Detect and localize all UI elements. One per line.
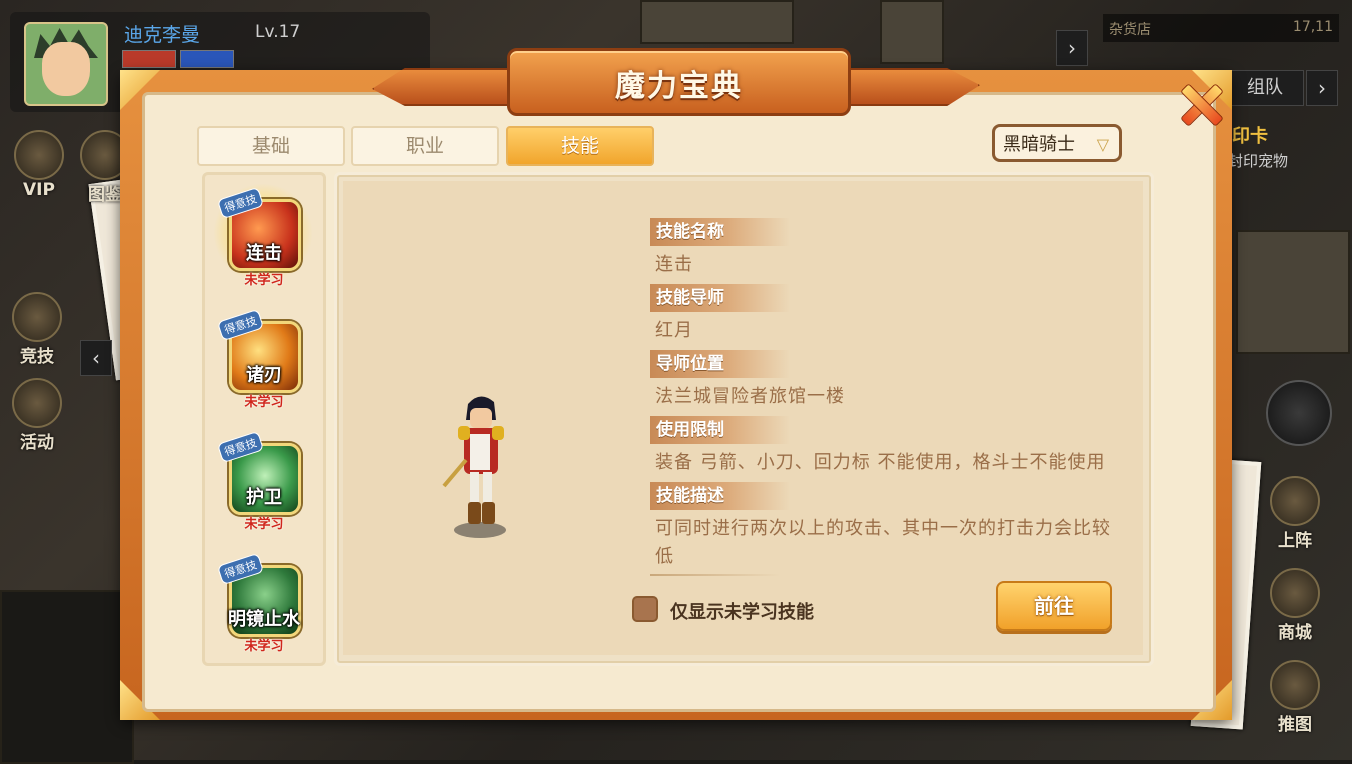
scene-building — [1236, 230, 1350, 354]
title-center: 魔力宝典 — [507, 48, 851, 116]
field-value-description-cont: 低 — [655, 546, 674, 567]
field-label-description: 技能描述 — [650, 482, 790, 510]
field-value-restriction: 装备 弓箭、小刀、回力标 不能使用，格斗士不能使用 — [655, 452, 1106, 473]
field-label-restriction: 使用限制 — [650, 416, 790, 444]
player-level: Lv.17 — [255, 22, 301, 42]
events-icon — [12, 378, 62, 428]
push-map-button[interactable]: 推图 — [1266, 660, 1324, 735]
arena-button[interactable]: 竞技 — [8, 292, 66, 367]
job-select-value: 黑暗骑士 — [1003, 134, 1075, 155]
skill-state: 未学习 — [244, 517, 284, 532]
go-button[interactable]: 前往 — [996, 581, 1112, 631]
events-label: 活动 — [20, 433, 54, 453]
scroll-icon — [1270, 660, 1320, 710]
lineup-button[interactable]: 上阵 — [1266, 476, 1324, 551]
vip-label: VIP — [23, 180, 55, 200]
location-name: 杂货店 — [1109, 22, 1151, 38]
arena-icon — [12, 292, 62, 342]
field-value-mentor-location: 法兰城冒险者旅馆一楼 — [655, 386, 845, 407]
seal-pet-label: 封印宠物 — [1228, 152, 1289, 170]
skill-item-huwei[interactable]: 得意技 护卫 未学习 — [205, 427, 323, 539]
seal-card-label[interactable]: 印卡 — [1232, 122, 1268, 148]
tab-basic[interactable]: 基础 — [197, 126, 345, 166]
vip-button[interactable]: VIP — [10, 130, 68, 200]
mall-label: 商城 — [1278, 623, 1312, 643]
push-map-label: 推图 — [1278, 715, 1312, 735]
chevron-right-icon: › — [1068, 36, 1076, 60]
expand-right-button[interactable]: › — [1306, 70, 1338, 106]
field-value-description: 可同时进行两次以上的攻击、其中一次的打击力会比较 — [655, 518, 1111, 539]
field-label-skill-name: 技能名称 — [650, 218, 790, 246]
skill-item-lianji[interactable]: 得意技 连击 未学习 — [205, 183, 323, 295]
scene-building — [0, 590, 134, 764]
collapse-left-button[interactable]: ‹ — [80, 340, 112, 376]
skill-state: 未学习 — [244, 395, 284, 410]
skill-name: 明镜止水 — [228, 609, 300, 630]
mentor-character-sprite — [442, 396, 506, 538]
skill-state: 未学习 — [244, 639, 284, 654]
scene-building — [640, 0, 794, 44]
dialog-title-plate: 魔力宝典 — [372, 48, 980, 118]
arena-label: 竞技 — [20, 347, 54, 367]
tab-skills[interactable]: 技能 — [506, 126, 654, 166]
vip-icon — [14, 130, 64, 180]
shop-icon — [1270, 568, 1320, 618]
hp-bar — [122, 50, 176, 68]
divider — [650, 574, 780, 576]
player-avatar[interactable] — [24, 22, 108, 106]
skill-list[interactable]: 得意技 连击 未学习 得意技 诸刃 未学习 得意技 护卫 未学习 得意技 明镜止… — [202, 172, 326, 666]
skill-item-mingjingzhishui[interactable]: 得意技 明镜止水 未学习 — [205, 549, 323, 661]
field-label-mentor: 技能导师 — [650, 284, 790, 312]
skill-state: 未学习 — [244, 273, 284, 288]
unlearned-only-checkbox[interactable] — [632, 596, 658, 622]
chevron-right-icon: › — [1318, 76, 1326, 100]
chevron-left-icon: ‹ — [92, 346, 100, 370]
skill-name: 护卫 — [246, 487, 282, 508]
menu-grid-button[interactable] — [1266, 380, 1332, 446]
tab-class[interactable]: 职业 — [351, 126, 499, 166]
expand-top-button[interactable]: › — [1056, 30, 1088, 66]
events-button[interactable]: 活动 — [8, 378, 66, 453]
skill-name: 连击 — [246, 243, 282, 264]
close-button[interactable] — [1176, 80, 1224, 128]
team-button[interactable]: 组队 — [1226, 70, 1304, 106]
player-name: 迪克李曼 — [124, 24, 201, 46]
field-value-skill-name: 连击 — [655, 254, 693, 275]
dialog-title: 魔力宝典 — [615, 69, 743, 104]
helmet-icon — [1270, 476, 1320, 526]
field-label-mentor-location: 导师位置 — [650, 350, 790, 378]
location-tag: 杂货店 17,11 — [1103, 14, 1339, 42]
mall-button[interactable]: 商城 — [1266, 568, 1324, 643]
lineup-label: 上阵 — [1278, 531, 1312, 551]
job-select[interactable]: 黑暗骑士 ▽ — [992, 124, 1122, 162]
field-value-mentor: 红月 — [655, 320, 693, 341]
chevron-down-icon: ▽ — [1096, 135, 1109, 154]
unlearned-only-label[interactable]: 仅显示未学习技能 — [670, 598, 814, 624]
location-coords: 17,11 — [1292, 19, 1333, 35]
mp-bar — [180, 50, 234, 68]
player-status-bars — [122, 50, 238, 68]
skill-item-zhuren[interactable]: 得意技 诸刃 未学习 — [205, 305, 323, 417]
skill-name: 诸刃 — [246, 365, 282, 386]
